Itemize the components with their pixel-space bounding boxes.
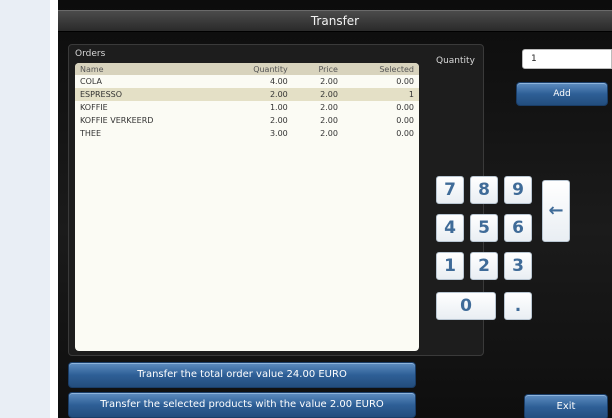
cell-quantity: 2.00 [269,116,288,125]
transfer-total-button[interactable]: Transfer the total order value 24.00 EUR… [68,362,416,388]
keypad-key-5[interactable]: 5 [470,214,498,242]
cell-name: KOFFIE [80,103,108,112]
column-header-price: Price [318,64,338,74]
table-row[interactable]: ESPRESSO 2.00 2.00 1 [75,88,419,101]
table-row[interactable]: COLA 4.00 2.00 0.00 [75,75,419,88]
keypad-key-7[interactable]: 7 [436,176,464,204]
keypad-key-1[interactable]: 1 [436,252,464,280]
keypad-key-0[interactable]: 0 [436,292,496,320]
add-button[interactable]: Add [516,82,608,106]
column-header-quantity: Quantity [253,64,288,74]
cell-name: COLA [80,77,102,86]
backspace-arrow-icon: ← [548,200,564,221]
cell-price: 2.00 [320,90,338,99]
cell-quantity: 3.00 [269,129,288,138]
page-margin [0,0,50,418]
transfer-window: Transfer Orders Name Quantity Price Sele… [58,0,612,418]
orders-panel: Orders Name Quantity Price Selected COLA… [68,44,484,356]
quantity-label: Quantity [436,56,475,66]
cell-price: 2.00 [320,77,338,86]
keypad-key-9[interactable]: 9 [504,176,532,204]
table-row[interactable]: KOFFIE VERKEERD 2.00 2.00 0.00 [75,114,419,127]
table-row[interactable]: THEE 3.00 2.00 0.00 [75,127,419,140]
cell-price: 2.00 [320,129,338,138]
keypad-key-4[interactable]: 4 [436,214,464,242]
table-row[interactable]: KOFFIE 1.00 2.00 0.00 [75,101,419,114]
transfer-selected-button[interactable]: Transfer the selected products with the … [68,392,416,418]
exit-button[interactable]: Exit [524,394,608,418]
keypad-key-decimal[interactable]: . [504,292,532,320]
column-header-name: Name [80,64,104,74]
window-title: Transfer [58,10,612,32]
quantity-input[interactable] [522,49,612,69]
cell-selected: 0.00 [396,77,414,86]
column-header-selected: Selected [379,64,414,74]
backspace-key[interactable]: ← [542,180,570,242]
table-header-row: Name Quantity Price Selected [75,63,419,75]
cell-selected: 0.00 [396,129,414,138]
cell-quantity: 2.00 [269,90,288,99]
keypad-key-2[interactable]: 2 [470,252,498,280]
cell-quantity: 4.00 [269,77,288,86]
cell-selected: 1 [408,90,414,99]
cell-selected: 0.00 [396,103,414,112]
cell-price: 2.00 [320,103,338,112]
keypad-key-8[interactable]: 8 [470,176,498,204]
orders-table: Name Quantity Price Selected COLA 4.00 2… [75,63,419,140]
keypad-key-6[interactable]: 6 [504,214,532,242]
cell-selected: 0.00 [396,116,414,125]
cell-quantity: 1.00 [269,103,288,112]
cell-name: THEE [80,129,102,138]
cell-price: 2.00 [320,116,338,125]
orders-label: Orders [75,49,106,59]
orders-table-container: Name Quantity Price Selected COLA 4.00 2… [75,63,419,351]
keypad-key-3[interactable]: 3 [504,252,532,280]
cell-name: KOFFIE VERKEERD [80,116,154,125]
cell-name: ESPRESSO [80,90,123,99]
